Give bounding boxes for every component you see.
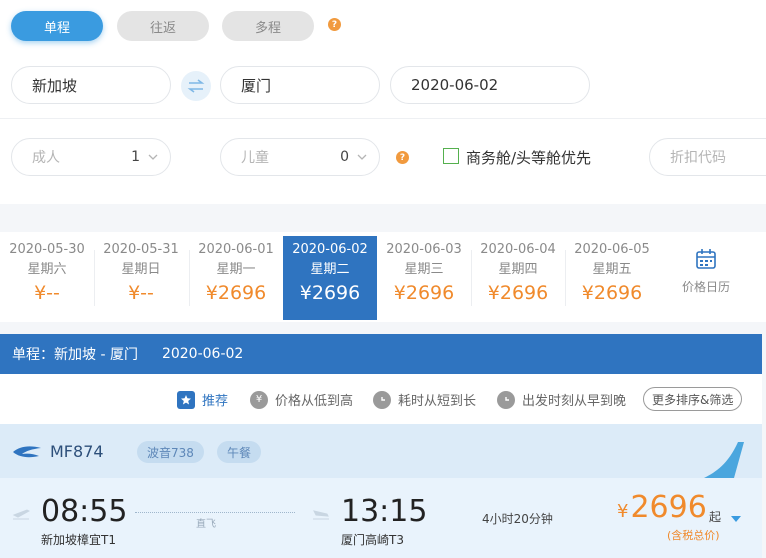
date-cell-price: ¥-- bbox=[128, 282, 154, 304]
multicity-button[interactable]: 多程 bbox=[222, 11, 314, 41]
arrive-airport: 厦门高崎T3 bbox=[341, 533, 404, 547]
help-icon[interactable]: ? bbox=[396, 151, 409, 164]
business-class-checkbox[interactable] bbox=[443, 148, 459, 164]
takeoff-icon bbox=[12, 509, 30, 520]
date-cell-date: 2020-06-05 bbox=[574, 242, 650, 257]
date-strip: 2020-05-30 星期六 ¥-- 2020-05-31 星期日 ¥-- 2020-06-… bbox=[0, 232, 766, 322]
date-cell[interactable]: 2020-06-04 星期四 ¥2696 bbox=[471, 236, 565, 320]
sort-recommend-label: 推荐 bbox=[202, 394, 229, 409]
meal-tag: 午餐 bbox=[217, 441, 262, 463]
clock-icon bbox=[497, 390, 515, 409]
flight-card[interactable]: MF874 波音738 午餐 08:55 新加坡樟宜T1 直飞 13:15 厦门… bbox=[0, 424, 762, 558]
sort-duration-label: 耗时从短到长 bbox=[398, 394, 477, 409]
date-cell-weekday: 星期日 bbox=[121, 262, 161, 277]
adult-label: 成人 bbox=[32, 150, 60, 166]
sort-price[interactable]: ¥ 价格从低到高 bbox=[250, 390, 353, 409]
landing-icon bbox=[313, 510, 329, 520]
flight-price: ¥2696 bbox=[617, 490, 707, 525]
oneway-button[interactable]: 单程 bbox=[11, 11, 103, 41]
price-symbol: ¥ bbox=[617, 501, 629, 522]
date-cell-price: ¥2696 bbox=[205, 282, 267, 304]
clock-icon bbox=[373, 390, 391, 409]
date-cell-weekday: 星期三 bbox=[404, 262, 444, 277]
help-icon[interactable]: ? bbox=[328, 18, 341, 31]
date-cell[interactable]: 2020-06-03 星期三 ¥2696 bbox=[377, 236, 471, 320]
star-icon bbox=[177, 390, 195, 409]
sort-recommend[interactable]: 推荐 bbox=[177, 390, 228, 409]
date-separator bbox=[189, 250, 190, 306]
price-calendar-label: 价格日历 bbox=[681, 280, 730, 294]
date-separator bbox=[94, 250, 95, 306]
date-cell-date: 2020-06-01 bbox=[198, 242, 274, 257]
date-cell[interactable]: 2020-06-01 星期一 ¥2696 bbox=[189, 236, 283, 320]
date-cell-date: 2020-06-04 bbox=[480, 242, 556, 257]
swap-icon[interactable] bbox=[181, 71, 211, 101]
date-cell-weekday: 星期五 bbox=[592, 262, 632, 277]
price-value: 2696 bbox=[630, 490, 707, 525]
route-bar: 单程：新加坡 - 厦门 2020-06-02 bbox=[0, 334, 762, 374]
sort-duration[interactable]: 耗时从短到长 bbox=[373, 390, 476, 409]
date-cell-price: ¥2696 bbox=[299, 282, 361, 304]
date-cell[interactable]: 2020-05-31 星期日 ¥-- bbox=[94, 236, 188, 320]
date-cell-date: 2020-06-03 bbox=[386, 242, 462, 257]
sort-departure[interactable]: 出发时刻从早到晚 bbox=[497, 390, 626, 409]
route-line bbox=[135, 512, 295, 513]
chevron-down-icon bbox=[148, 154, 158, 160]
airline-tail-icon bbox=[704, 442, 744, 478]
arrive-time: 13:15 bbox=[341, 494, 428, 529]
sort-departure-label: 出发时刻从早到晚 bbox=[522, 394, 627, 409]
depart-time: 08:55 bbox=[41, 494, 128, 529]
origin-field[interactable]: 新加坡 bbox=[11, 66, 171, 104]
child-label: 儿童 bbox=[241, 150, 269, 166]
calendar-icon bbox=[696, 249, 716, 269]
sort-bar: 推荐 ¥ 价格从低到高 耗时从短到长 出发时刻从早到晚 更多排序&筛选 bbox=[0, 374, 762, 424]
roundtrip-button[interactable]: 往返 bbox=[117, 11, 209, 41]
date-field[interactable]: 2020-06-02 bbox=[390, 66, 590, 104]
date-cell-date: 2020-05-31 bbox=[103, 242, 179, 257]
date-cell-price: ¥-- bbox=[34, 282, 60, 304]
date-cell-price: ¥2696 bbox=[487, 282, 549, 304]
divider bbox=[0, 118, 766, 119]
flight-number: MF874 bbox=[50, 442, 104, 461]
date-cell-date: 2020-05-30 bbox=[9, 242, 85, 257]
date-separator bbox=[471, 250, 472, 306]
business-class-label: 商务舱/头等舱优先 bbox=[466, 149, 592, 167]
price-calendar-button[interactable]: 价格日历 bbox=[656, 236, 756, 320]
date-cell-price: ¥2696 bbox=[581, 282, 643, 304]
direct-flight-label: 直飞 bbox=[196, 519, 216, 530]
date-cell-weekday: 星期一 bbox=[216, 262, 256, 277]
promo-code-input[interactable]: 折扣代码 bbox=[649, 138, 766, 176]
sort-price-label: 价格从低到高 bbox=[275, 394, 354, 409]
aircraft-tag: 波音738 bbox=[137, 441, 204, 463]
search-panel: 单程 往返 多程 ? 新加坡 厦门 2020-06-02 成人 1 儿童 0 ?… bbox=[0, 0, 766, 204]
route-date: 2020-06-02 bbox=[161, 346, 244, 362]
date-cell[interactable]: 2020-05-30 星期六 ¥-- bbox=[0, 236, 94, 320]
destination-field[interactable]: 厦门 bbox=[220, 66, 380, 104]
adult-count: 1 bbox=[131, 149, 140, 165]
date-cell[interactable]: 2020-06-05 星期五 ¥2696 bbox=[565, 236, 659, 320]
route-text: 单程：新加坡 - 厦门 bbox=[12, 347, 138, 363]
tax-note: (含税总价) bbox=[667, 529, 720, 542]
date-cell-date: 2020-06-02 bbox=[292, 242, 368, 257]
adult-stepper[interactable]: 成人 1 bbox=[11, 138, 171, 176]
date-cell-weekday: 星期六 bbox=[27, 262, 67, 277]
price-suffix: 起 bbox=[709, 510, 722, 524]
date-cell-weekday: 星期二 bbox=[310, 262, 350, 277]
expand-icon[interactable] bbox=[730, 514, 742, 524]
yen-icon: ¥ bbox=[250, 390, 268, 409]
date-separator bbox=[565, 250, 566, 306]
airline-logo-icon bbox=[13, 446, 41, 458]
child-count: 0 bbox=[340, 149, 349, 165]
flight-duration: 4小时20分钟 bbox=[482, 512, 553, 526]
chevron-down-icon bbox=[357, 154, 367, 160]
date-cell[interactable]: 2020-06-02 星期二 ¥2696 bbox=[283, 236, 377, 320]
date-cell-weekday: 星期四 bbox=[498, 262, 538, 277]
child-stepper[interactable]: 儿童 0 bbox=[220, 138, 380, 176]
depart-airport: 新加坡樟宜T1 bbox=[41, 533, 116, 547]
more-sort-filter-button[interactable]: 更多排序&筛选 bbox=[643, 387, 743, 411]
date-cell-price: ¥2696 bbox=[393, 282, 455, 304]
